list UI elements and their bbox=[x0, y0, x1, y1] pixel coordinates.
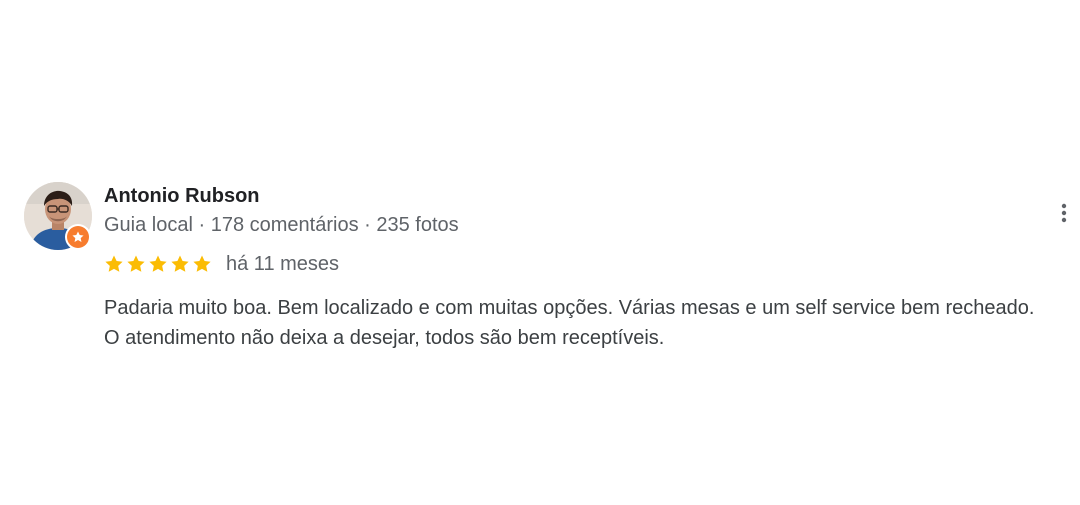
meta-separator: · bbox=[358, 214, 377, 236]
reviewer-name[interactable]: Antonio Rubson bbox=[104, 184, 260, 208]
review-text: Padaria muito boa. Bem localizado e com … bbox=[104, 297, 1035, 349]
star-icon bbox=[171, 255, 189, 272]
review-time: há 11 meses bbox=[226, 253, 340, 275]
local-guide-badge bbox=[65, 224, 91, 250]
reviews-count: 178 comentários bbox=[210, 214, 359, 236]
local-guide-label: Guia local bbox=[104, 214, 193, 236]
more-vert-icon bbox=[1061, 203, 1067, 223]
meta-separator: · bbox=[192, 214, 211, 236]
star-badge-icon bbox=[67, 226, 89, 248]
reviewer-meta: Guia local · 178 comentários · 235 fotos bbox=[104, 213, 459, 237]
more-options-button[interactable] bbox=[1048, 197, 1080, 229]
star-icon bbox=[149, 255, 167, 272]
rating-row: há 11 meses bbox=[104, 252, 339, 276]
photos-count: 235 fotos bbox=[376, 214, 459, 236]
star-icon bbox=[193, 255, 211, 272]
star-rating bbox=[104, 254, 212, 274]
reviewer-avatar[interactable] bbox=[24, 182, 92, 250]
star-icon bbox=[105, 255, 123, 272]
star-icon bbox=[127, 255, 145, 272]
